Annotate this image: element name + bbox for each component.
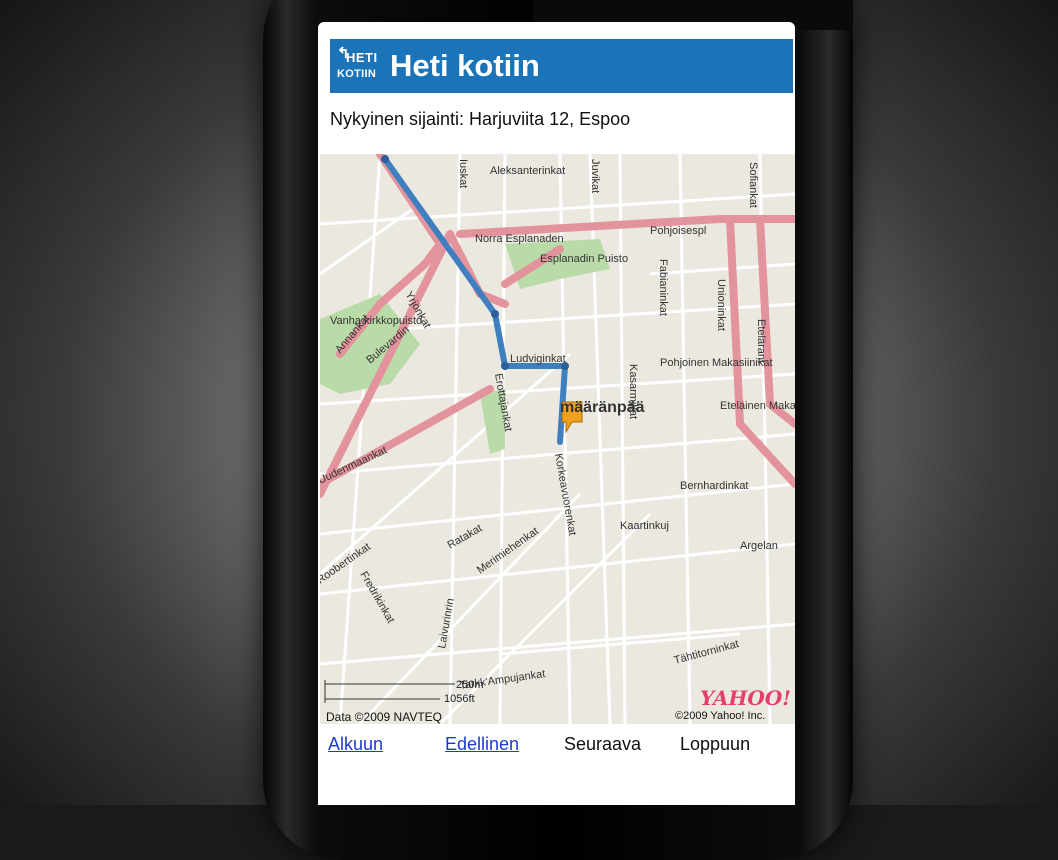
street-label: Bernhardinkat (680, 480, 749, 492)
map-view[interactable]: Aleksanterinkat Pohjoisespl Norra Esplan… (320, 154, 795, 724)
logo-text-heti: HETI (346, 50, 378, 65)
copyright-yahoo: ©2009 Yahoo! Inc. (675, 710, 766, 722)
pagination-nav: Alkuun Edellinen Seuraava Loppuun (328, 734, 788, 764)
street-label: Fredrikinkat (357, 570, 396, 626)
scale-metric: 250m (456, 679, 484, 691)
street-label: Juvikat (589, 159, 601, 193)
street-label: Vanha kirkkopuisto (330, 315, 422, 327)
last-label: Loppuun (680, 734, 751, 754)
current-location: Nykyinen sijainti: Harjuviita 12, Espoo (330, 109, 631, 129)
app-header: ↰ HETI KOTIIN Heti kotiin (330, 39, 793, 93)
street-label: Ludviginkat (510, 353, 566, 365)
street-label: Argelan (740, 540, 778, 552)
street-label: Korkeavuorenkat (552, 452, 578, 536)
street-label: Norra Esplanaden (475, 233, 564, 245)
street-label: Kaartinkuj (620, 520, 669, 532)
street-label: Fabianinkat (657, 259, 669, 316)
street-labels: Aleksanterinkat Pohjoisespl Norra Esplan… (320, 159, 795, 692)
street-label: Ratakat (446, 522, 485, 551)
street-label: Aleksanterinkat (490, 165, 565, 177)
app-title: Heti kotiin (390, 48, 540, 83)
logo-text-kotiin: KOTIIN (337, 68, 377, 80)
copyright-navteq: Data ©2009 NAVTEQ (326, 710, 443, 724)
street-label: Eteläinen Makasiinikat (720, 400, 795, 412)
street-label: Pohjoisespl (650, 225, 706, 237)
first-link[interactable]: Alkuun (328, 734, 383, 755)
map-canvas[interactable]: Aleksanterinkat Pohjoisespl Norra Esplan… (320, 154, 795, 724)
street-label: Unioninkat (715, 279, 727, 331)
scale-imperial: 1056ft (444, 693, 475, 705)
next-label: Seuraava (564, 734, 642, 754)
street-label: Sofiankat (747, 162, 759, 208)
street-label: Tähtitorninkat (673, 638, 740, 667)
street-label: Pohjoinen Makasiinikat (660, 357, 773, 369)
previous-link[interactable]: Edellinen (445, 734, 519, 755)
street-label: Iuskat (457, 159, 469, 188)
destination-label: määränpää (560, 399, 645, 416)
street-label: Esplanadin Puisto (540, 253, 628, 265)
app-logo-icon[interactable]: ↰ HETI KOTIIN (337, 46, 381, 86)
street-label: Laivurinrin (436, 597, 457, 649)
yahoo-logo: YAHOO! (700, 686, 792, 710)
phone-screen: ↰ HETI KOTIIN Heti kotiin Nykyinen sijai… (318, 22, 795, 805)
